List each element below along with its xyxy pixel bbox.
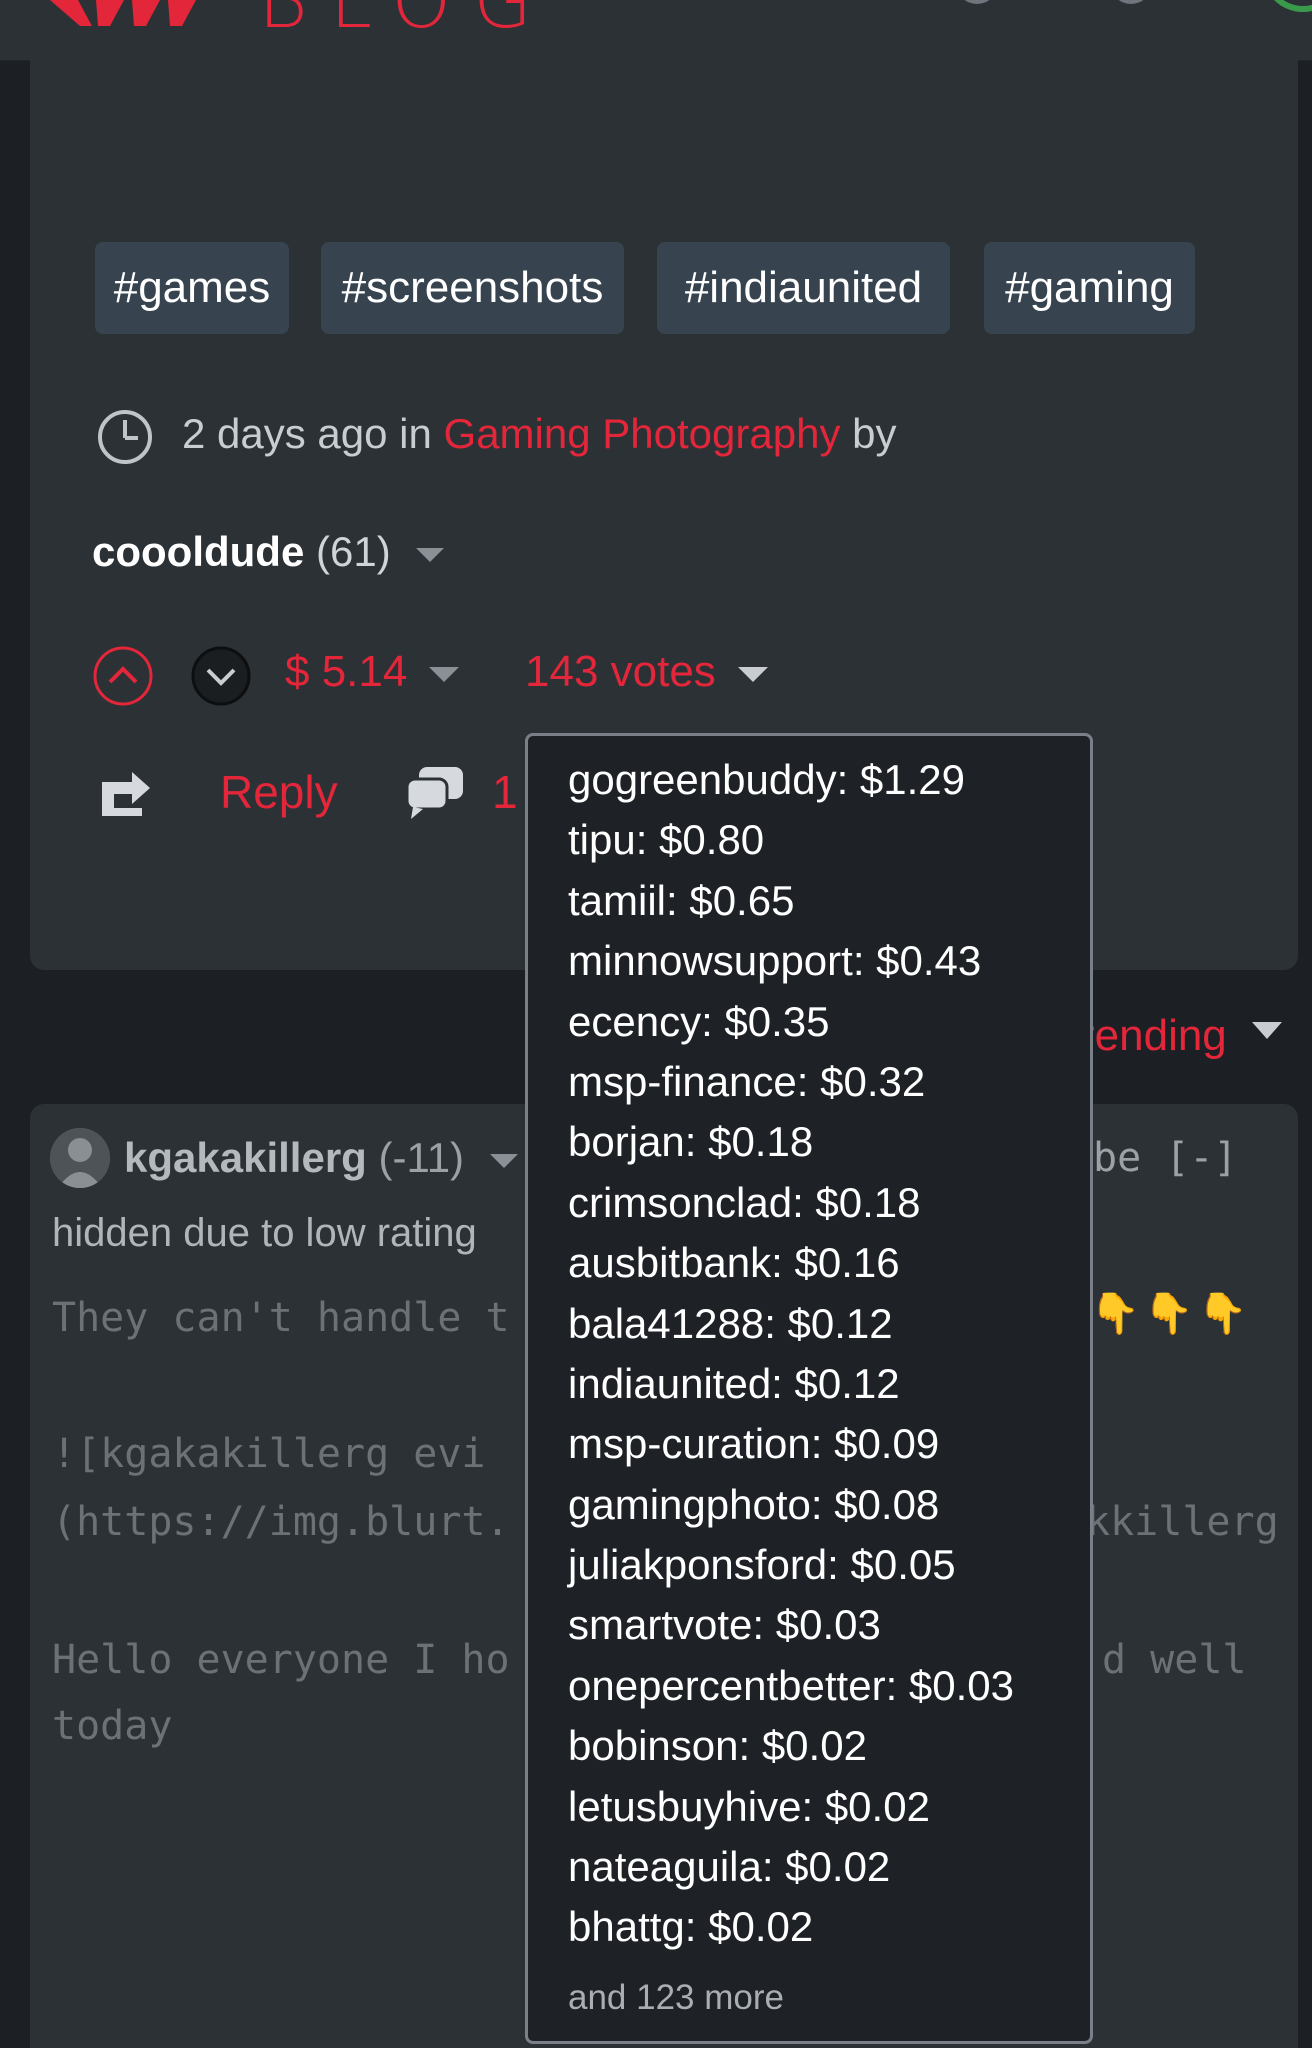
tag-indiaunited[interactable]: #indiaunited bbox=[657, 242, 950, 334]
voters-list: gogreenbuddy: $1.29 tipu: $0.80 tamiil: … bbox=[568, 750, 1014, 1958]
payout-value[interactable]: $ 5.14 bbox=[285, 640, 460, 704]
downvote-button[interactable] bbox=[190, 645, 252, 707]
author-dropdown-icon[interactable] bbox=[416, 547, 445, 562]
voter-item[interactable]: juliakponsford: $0.05 bbox=[568, 1535, 1014, 1595]
author-row[interactable]: coooldude (61) bbox=[92, 520, 445, 584]
voter-item[interactable]: bhattg: $0.02 bbox=[568, 1897, 1014, 1957]
payout-amount[interactable]: $ 5.14 bbox=[285, 647, 407, 696]
comments-icon[interactable] bbox=[405, 765, 465, 821]
post-meta: 2 days ago in Gaming Photography by bbox=[182, 404, 896, 464]
voter-item[interactable]: nateaguila: $0.02 bbox=[568, 1837, 1014, 1897]
tag-games[interactable]: #games bbox=[95, 242, 289, 334]
clock-icon bbox=[98, 410, 152, 464]
voter-item[interactable]: indiaunited: $0.12 bbox=[568, 1354, 1014, 1414]
comment-line-3-tail: kkillerg bbox=[1086, 1499, 1279, 1545]
author-name[interactable]: coooldude bbox=[92, 528, 304, 575]
voter-item[interactable]: onepercentbetter: $0.03 bbox=[568, 1656, 1014, 1716]
comment-author-row[interactable]: kgakakillerg (-11) bbox=[124, 1128, 518, 1188]
logo-text[interactable]: BLOG bbox=[258, 0, 554, 45]
voter-item[interactable]: msp-curation: $0.09 bbox=[568, 1414, 1014, 1474]
voter-item[interactable]: msp-finance: $0.32 bbox=[568, 1052, 1014, 1112]
post-by: by bbox=[852, 410, 897, 457]
voter-item[interactable]: borjan: $0.18 bbox=[568, 1112, 1014, 1172]
comment-line-2: ![kgakakillerg evi bbox=[52, 1431, 486, 1477]
voter-item[interactable]: ausbitbank: $0.16 bbox=[568, 1233, 1014, 1293]
comment-line-5: today bbox=[52, 1703, 173, 1749]
avatar-image bbox=[50, 1128, 110, 1188]
voter-item[interactable]: ecency: $0.35 bbox=[568, 992, 1014, 1052]
voter-item[interactable]: bala41288: $0.12 bbox=[568, 1294, 1014, 1354]
comment-author-dropdown-icon[interactable] bbox=[489, 1153, 518, 1168]
tag-gaming[interactable]: #gaming bbox=[984, 242, 1195, 334]
comment-collapse-toggle[interactable]: be [-] bbox=[1093, 1128, 1238, 1188]
sort-select[interactable]: rending bbox=[1080, 1004, 1227, 1068]
comment-author-name[interactable]: kgakakillerg bbox=[124, 1134, 367, 1181]
comment-avatar[interactable] bbox=[50, 1128, 110, 1188]
menu-icon[interactable] bbox=[1110, 0, 1152, 4]
comment-line-3: (https://img.blurt. bbox=[52, 1499, 510, 1545]
voter-item[interactable]: letusbuyhive: $0.02 bbox=[568, 1777, 1014, 1837]
comment-line-1: They can't handle t bbox=[52, 1295, 510, 1341]
voters-tooltip: gogreenbuddy: $1.29 tipu: $0.80 tamiil: … bbox=[525, 733, 1093, 2044]
voter-item[interactable]: gogreenbuddy: $1.29 bbox=[568, 750, 1014, 810]
logo-icon[interactable] bbox=[50, 0, 200, 30]
comment-line-4-tail: d well bbox=[1102, 1637, 1247, 1683]
post-time: 2 days ago in bbox=[182, 410, 432, 457]
author-reputation: (61) bbox=[316, 528, 391, 575]
voter-item[interactable]: gamingphoto: $0.08 bbox=[568, 1475, 1014, 1535]
comment-hidden-note: hidden due to low rating bbox=[52, 1211, 477, 1255]
search-icon[interactable] bbox=[956, 0, 998, 4]
votes-count[interactable]: 143 votes bbox=[525, 640, 768, 704]
payout-dropdown-icon[interactable] bbox=[429, 666, 460, 682]
top-bar: BLOG bbox=[0, 0, 1312, 61]
voter-item[interactable]: smartvote: $0.03 bbox=[568, 1595, 1014, 1655]
reblog-icon[interactable] bbox=[98, 768, 154, 820]
tag-screenshots[interactable]: #screenshots bbox=[321, 242, 624, 334]
reply-button[interactable]: Reply bbox=[220, 760, 338, 824]
voter-item[interactable]: tamiil: $0.65 bbox=[568, 871, 1014, 931]
votes-label[interactable]: 143 votes bbox=[525, 647, 716, 696]
pointing-down-emoji: 👇👇👇 bbox=[1090, 1292, 1252, 1336]
votes-dropdown-icon[interactable] bbox=[737, 666, 768, 682]
comments-count[interactable]: 1 bbox=[492, 760, 518, 824]
post-category-link[interactable]: Gaming Photography bbox=[444, 410, 841, 457]
sort-dropdown-icon[interactable] bbox=[1252, 1022, 1282, 1039]
voter-item[interactable]: bobinson: $0.02 bbox=[568, 1716, 1014, 1776]
voter-item[interactable]: crimsonclad: $0.18 bbox=[568, 1173, 1014, 1233]
comment-line-4: Hello everyone I ho bbox=[52, 1637, 510, 1683]
comment-author-reputation: (-11) bbox=[378, 1134, 465, 1181]
voter-item[interactable]: minnowsupport: $0.43 bbox=[568, 931, 1014, 991]
upvote-button[interactable] bbox=[92, 645, 154, 707]
user-avatar[interactable] bbox=[1262, 0, 1312, 12]
voters-more[interactable]: and 123 more bbox=[568, 1968, 784, 2028]
voter-item[interactable]: tipu: $0.80 bbox=[568, 810, 1014, 870]
